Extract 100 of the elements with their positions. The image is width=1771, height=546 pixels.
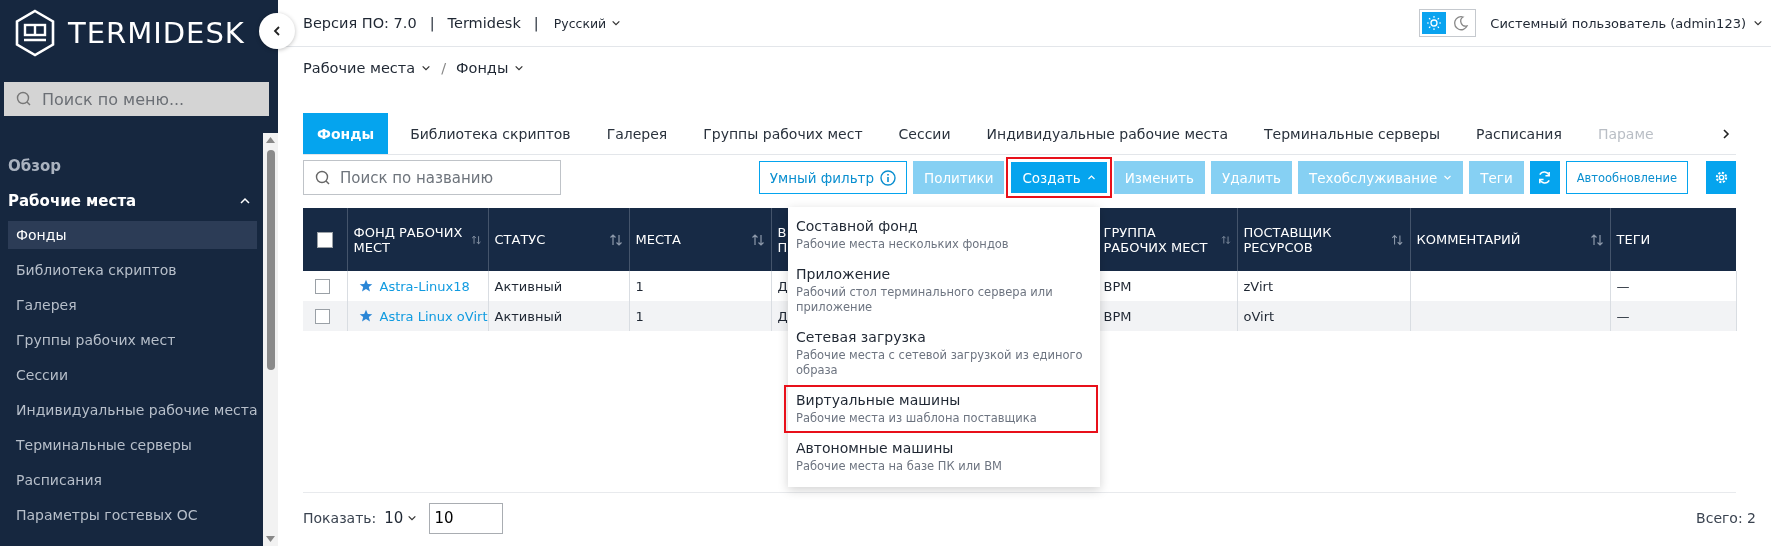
table-cell: Активный (494, 278, 563, 294)
column-header[interactable]: СТАТУС (488, 208, 629, 271)
option-description: Рабочие места нескольких фондов (796, 237, 1010, 252)
tab[interactable]: Расписания (1461, 113, 1576, 154)
menu-section[interactable]: Рабочие места (0, 183, 263, 218)
search-field[interactable]: Поиск по названию (303, 160, 561, 195)
star-icon (358, 309, 373, 323)
menu-option[interactable]: Сетевая загрузка Рабочие места с сетевой загрузкой из единого образа (784, 322, 1098, 385)
breadcrumb-separator: / (441, 60, 447, 76)
menu-item[interactable]: Библиотека скриптов (8, 256, 257, 284)
option-title: Составной фонд (796, 218, 919, 234)
table-cell: zVirt (1243, 278, 1273, 294)
menu-item[interactable]: Терминальные серверы (8, 431, 257, 459)
column-header[interactable]: ФОНД РАБОЧИХ МЕСТ (347, 208, 488, 271)
menu-item[interactable]: Обзор (0, 148, 263, 183)
scrollbar-thumb[interactable] (266, 150, 275, 370)
column-header[interactable]: ПОСТАВЩИК РЕСУРСОВ (1237, 208, 1410, 271)
language-select[interactable]: Русский (553, 15, 622, 31)
user-menu[interactable]: Системный пользователь (admin123) (1490, 15, 1763, 31)
auto-refresh-button[interactable]: Автообновление (1565, 161, 1688, 194)
option-title: Виртуальные машины (796, 392, 962, 408)
menu-item[interactable]: Параметры гостевых ОС (8, 501, 257, 529)
menu-item[interactable]: Группы рабочих мест (8, 326, 257, 354)
table-cell: 1 (635, 278, 644, 294)
column-header[interactable]: МЕСТА (629, 208, 771, 271)
info-icon (880, 169, 897, 186)
column-header[interactable]: ТЕГИ (1610, 208, 1736, 271)
table-cell: Д (777, 308, 788, 324)
tab[interactable]: Группы рабочих мест (689, 113, 877, 154)
sort-icon[interactable] (750, 232, 765, 247)
chevron-down-icon (421, 63, 432, 73)
row-checkbox[interactable] (315, 308, 330, 324)
column-header[interactable]: ГРУППА РАБОЧИХ МЕСТ (1097, 208, 1237, 271)
separator-text: | (429, 15, 435, 31)
product-name: Termidesk (447, 15, 521, 31)
table-cell: 1 (635, 308, 644, 324)
theme-option[interactable] (1422, 12, 1447, 34)
scrollbar[interactable] (263, 133, 278, 546)
settings-button[interactable] (1706, 161, 1736, 194)
tab[interactable]: Библиотека скриптов (396, 113, 585, 154)
option-description: Рабочие места с сетевой загрузкой из единого образа (796, 348, 1084, 378)
settings-icon (1713, 170, 1729, 185)
column-label: КОММЕНТАРИЙ (1416, 232, 1521, 247)
chevron-down-icon (611, 18, 622, 28)
brand-name: TERMIDESK (68, 16, 245, 50)
option-description: Рабочий стол терминального сервера или приложение (796, 285, 1054, 315)
menu-option[interactable]: Виртуальные машины Рабочие места из шаблона поставщика (784, 385, 1098, 433)
page-size-select[interactable]: 10 (384, 509, 418, 527)
refresh-icon (1537, 170, 1553, 185)
table-cell: Активный (494, 308, 563, 324)
chevron-left-icon (271, 25, 283, 37)
scroll-up-icon (266, 137, 275, 143)
chevron-down-icon (1753, 18, 1763, 28)
row-checkbox[interactable] (315, 278, 330, 294)
option-title: Автономные машины (796, 440, 955, 456)
separator-text: | (533, 15, 539, 31)
table-cell: Д (777, 278, 788, 294)
menu-option[interactable]: Автономные машины Рабочие места на базе ПК или ВМ (784, 433, 1098, 481)
search-icon (16, 91, 32, 107)
collapse-button[interactable] (259, 13, 295, 49)
menu-search-field[interactable]: Поиск по меню... (4, 82, 269, 116)
total-count: Всего: 2 (1696, 510, 1756, 526)
option-description: Рабочие места на базе ПК или ВМ (796, 459, 1004, 474)
tab[interactable]: Индивидуальные рабочие места (972, 113, 1243, 154)
search-icon (315, 170, 331, 186)
chevron-right-icon[interactable] (1720, 127, 1732, 140)
column-label: СТАТУС (494, 232, 546, 247)
breadcrumb-item[interactable]: Рабочие места (303, 60, 432, 76)
refresh-button[interactable] (1529, 161, 1560, 194)
theme-switch[interactable] (1419, 9, 1477, 37)
page-size-label: Показать: (303, 510, 377, 526)
page-input[interactable]: 10 (429, 502, 504, 534)
table-cell: — (1616, 278, 1630, 294)
column-header[interactable]: КОММЕНТАРИЙ (1410, 208, 1610, 271)
option-description: Рабочие места из шаблона поставщика (796, 411, 1038, 426)
sort-icon[interactable] (1391, 232, 1404, 247)
menu-item[interactable]: Галерея (8, 291, 257, 319)
tab[interactable]: Сессии (884, 113, 965, 154)
menu-item[interactable]: Сессии (8, 361, 257, 389)
tab[interactable]: Галерея (592, 113, 682, 154)
option-title: Сетевая загрузка (796, 329, 927, 345)
sort-icon[interactable] (608, 232, 623, 247)
table-cell: ВРМ (1103, 308, 1132, 324)
tab[interactable]: Терминальные серверы (1250, 113, 1454, 154)
breadcrumb-item[interactable]: Фонды (456, 60, 525, 76)
star-icon (358, 279, 373, 293)
menu-item[interactable]: Расписания (8, 466, 257, 494)
column-label: В П (777, 224, 788, 255)
version-label: Версия ПО: 7.0 (303, 15, 417, 31)
select-all-checkbox[interactable] (317, 231, 333, 248)
moon-icon (1453, 15, 1470, 31)
column-label: ТЕГИ (1616, 232, 1651, 247)
sort-icon[interactable] (1589, 232, 1604, 247)
menu-item[interactable]: Фонды (8, 221, 257, 249)
menu-item[interactable]: Индивидуальные рабочие места (8, 396, 257, 424)
sun-icon (1426, 15, 1443, 31)
smart-filter-button[interactable]: Умный фильтр (758, 161, 908, 194)
column-label: МЕСТА (635, 232, 681, 247)
column-label: ПОСТАВЩИК РЕСУРСОВ (1243, 224, 1333, 255)
scroll-down-icon (266, 536, 275, 542)
